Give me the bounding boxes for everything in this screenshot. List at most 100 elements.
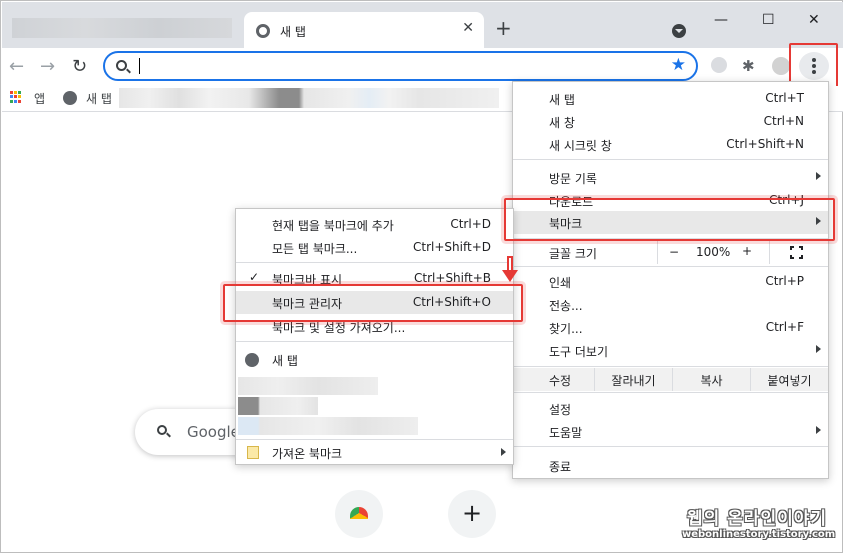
menu-item-label: 인쇄 xyxy=(549,276,572,290)
zoom-out-button[interactable]: − xyxy=(669,245,679,259)
puzzle-icon[interactable]: ✱ xyxy=(742,57,755,75)
chrome-icon xyxy=(350,507,368,519)
submenu-item-label: 모든 탭 북마크... xyxy=(272,242,358,256)
menu-item-settings[interactable]: 설정 xyxy=(513,397,828,420)
submenu-item-label: 가져온 북마크 xyxy=(272,447,343,461)
blurred-bookmark[interactable] xyxy=(238,397,318,415)
menu-item-incognito[interactable]: 새 시크릿 창 Ctrl+Shift+N xyxy=(513,133,828,156)
maximize-button[interactable]: ☐ xyxy=(762,12,775,28)
tab-search-icon[interactable] xyxy=(672,24,686,38)
close-icon[interactable]: ✕ xyxy=(462,20,474,36)
menu-item-edit: 수정 잘라내기 복사 붙여넣기 xyxy=(513,368,828,391)
bookmark-new-tab[interactable]: 새 탭 xyxy=(86,90,112,107)
menu-item-label: 새 창 xyxy=(549,116,575,130)
check-icon: ✓ xyxy=(249,270,260,284)
watermark-title: 웹의 온라인이야기 xyxy=(686,509,828,529)
zoom-level: 100% xyxy=(696,245,731,259)
submenu-item-bookmark-this-tab[interactable]: 현재 탭을 북마크에 추가 Ctrl+D xyxy=(236,213,513,236)
menu-item-new-window[interactable]: 새 창 Ctrl+N xyxy=(513,110,828,133)
extension-icon[interactable] xyxy=(711,57,727,73)
back-button[interactable]: ← xyxy=(9,56,24,77)
globe-icon xyxy=(245,353,259,367)
menu-item-shortcut: Ctrl+P xyxy=(765,274,804,288)
main-menu: 새 탭 Ctrl+T 새 창 Ctrl+N 새 시크릿 창 Ctrl+Shift… xyxy=(512,81,829,479)
plus-icon: + xyxy=(461,499,483,527)
submenu-item-label: 현재 탭을 북마크에 추가 xyxy=(272,219,394,233)
blurred-bookmarks[interactable] xyxy=(119,88,499,108)
menu-item-label: 새 시크릿 창 xyxy=(549,139,612,153)
tab-new-tab[interactable]: 새 탭 ✕ xyxy=(244,12,484,50)
avatar[interactable] xyxy=(772,57,790,75)
divider xyxy=(236,439,513,440)
search-placeholder: Google xyxy=(187,423,240,441)
divider xyxy=(769,241,770,264)
edit-label: 수정 xyxy=(549,374,572,388)
divider xyxy=(513,266,828,267)
divider xyxy=(513,392,828,393)
text-caret xyxy=(139,58,140,74)
menu-item-exit[interactable]: 종료 xyxy=(513,454,828,477)
fullscreen-icon[interactable] xyxy=(790,246,803,259)
reload-button[interactable]: ↻ xyxy=(72,56,87,77)
cut-button[interactable]: 잘라내기 xyxy=(594,368,672,391)
blurred-bookmark[interactable] xyxy=(238,417,418,435)
menu-item-help[interactable]: 도움말 xyxy=(513,420,828,443)
menu-item-label: 도움말 xyxy=(549,426,583,440)
address-bar[interactable]: ★ xyxy=(103,51,698,81)
menu-item-label: 설정 xyxy=(549,403,572,417)
minimize-button[interactable]: — xyxy=(714,12,728,28)
search-icon xyxy=(116,60,127,71)
submenu-item-imported-bookmarks[interactable]: 가져온 북마크 xyxy=(236,441,513,464)
divider xyxy=(513,446,828,447)
blurred-bookmark[interactable] xyxy=(238,377,378,395)
menu-item-label: 글꼴 크기 xyxy=(549,247,597,261)
divider xyxy=(236,262,513,263)
globe-icon xyxy=(63,91,77,105)
menu-item-find[interactable]: 찾기... Ctrl+F xyxy=(513,316,828,339)
copy-button[interactable]: 복사 xyxy=(672,368,750,391)
menu-item-cast[interactable]: 전송... xyxy=(513,293,828,316)
divider xyxy=(657,241,658,264)
menu-item-new-tab[interactable]: 새 탭 Ctrl+T xyxy=(513,87,828,110)
menu-item-label: 새 탭 xyxy=(549,93,575,107)
forward-button[interactable]: → xyxy=(40,56,55,77)
menu-item-label: 방문 기록 xyxy=(549,172,597,186)
bookmark-star-icon[interactable]: ★ xyxy=(671,55,686,75)
menu-item-more-tools[interactable]: 도구 더보기 xyxy=(513,339,828,362)
browser-window: 새 탭 ✕ + — ☐ ✕ ← → ↻ ★ ✱ 앱 새 탭 Google + 새… xyxy=(0,0,843,553)
menu-item-label: 찾기... xyxy=(549,322,583,336)
submenu-item-shortcut: Ctrl+Shift+B xyxy=(414,271,491,285)
chevron-right-icon xyxy=(816,426,821,434)
menu-item-label: 종료 xyxy=(549,460,572,474)
menu-item-print[interactable]: 인쇄 Ctrl+P xyxy=(513,270,828,293)
menu-item-shortcut: Ctrl+Shift+N xyxy=(726,137,804,151)
divider xyxy=(513,366,828,367)
menu-item-shortcut: Ctrl+F xyxy=(765,320,804,334)
folder-icon xyxy=(247,446,259,459)
watermark: 웹의 온라인이야기 webonlinestory.tistory.com xyxy=(682,504,836,540)
apps-label[interactable]: 앱 xyxy=(34,90,45,107)
menu-item-history[interactable]: 방문 기록 xyxy=(513,166,828,189)
add-shortcut-button[interactable]: + xyxy=(448,490,496,538)
bookmark-submenu: 현재 탭을 북마크에 추가 Ctrl+D 모든 탭 북마크... Ctrl+Sh… xyxy=(235,208,514,465)
paste-button[interactable]: 붙여넣기 xyxy=(750,368,828,391)
shortcut-tile[interactable] xyxy=(335,490,383,538)
submenu-item-bookmark-all-tabs[interactable]: 모든 탭 북마크... Ctrl+Shift+D xyxy=(236,236,513,259)
menu-item-label: 도구 더보기 xyxy=(549,345,609,359)
chevron-right-icon xyxy=(816,172,821,180)
bookmarks-highlight-box xyxy=(504,198,835,241)
chevron-right-icon xyxy=(816,345,821,353)
zoom-in-button[interactable]: + xyxy=(742,244,752,258)
tab-strip: 새 탭 ✕ + — ☐ ✕ xyxy=(2,2,843,50)
menu-item-shortcut: Ctrl+T xyxy=(765,91,804,105)
new-tab-button[interactable]: + xyxy=(495,18,512,38)
menu-item-shortcut: Ctrl+N xyxy=(763,114,804,128)
watermark-url: webonlinestory.tistory.com xyxy=(682,529,836,540)
window-close-button[interactable]: ✕ xyxy=(808,12,820,28)
arrow-down-icon xyxy=(502,256,518,284)
blurred-tab[interactable] xyxy=(12,18,232,38)
menu-item-label: 전송... xyxy=(549,299,583,313)
submenu-item-new-tab[interactable]: 새 탭 xyxy=(236,348,513,371)
apps-icon[interactable] xyxy=(10,91,22,103)
divider xyxy=(513,159,828,160)
